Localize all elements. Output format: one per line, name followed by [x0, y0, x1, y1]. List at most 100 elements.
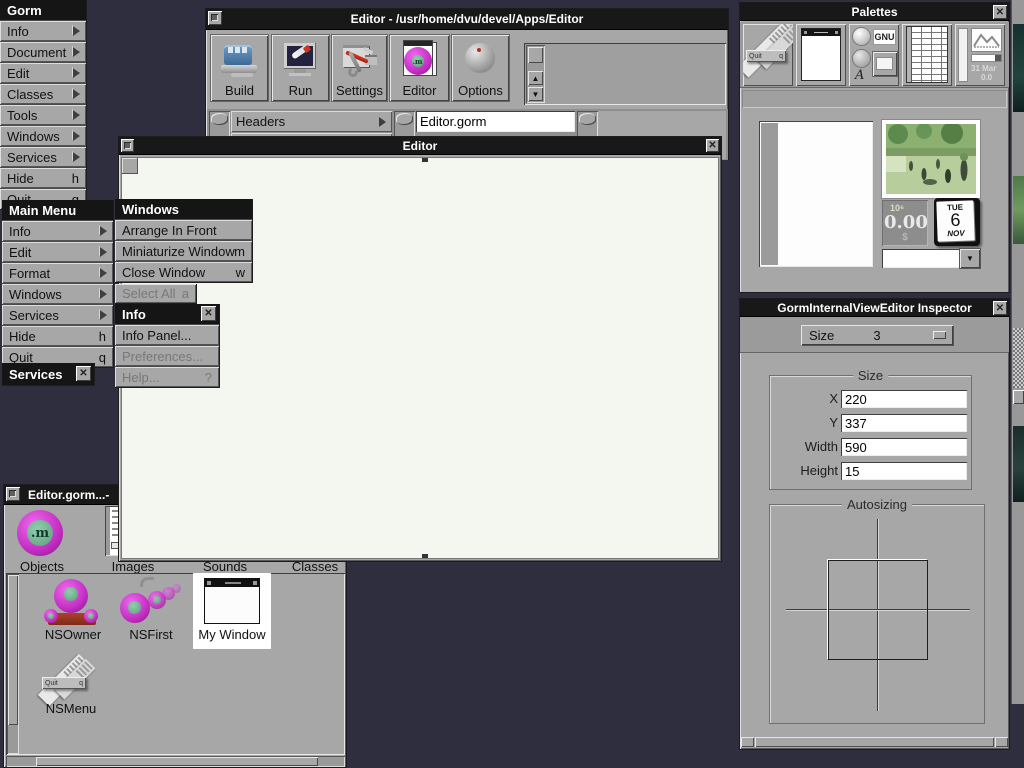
inspector-titlebar[interactable]: GormInternalViewEditor Inspector	[740, 299, 1009, 317]
project-window-titlebar[interactable]: Editor - /usr/home/dvu/devel/Apps/Editor	[206, 9, 728, 30]
scroll-up-button[interactable]	[528, 71, 543, 85]
autosizing-subject-box[interactable]	[828, 560, 928, 660]
browser-file-field[interactable]: Editor.gorm	[416, 111, 575, 132]
tab-objects-icon-area[interactable]: .m	[16, 509, 64, 557]
menu-item-info[interactable]: Info	[2, 221, 113, 241]
inspector-popup-button[interactable]: Size 3	[801, 325, 953, 345]
menu-item-edit[interactable]: Edit	[0, 63, 86, 83]
submenu-arrow-icon	[73, 131, 80, 141]
gnu-box-icon: GNU	[873, 29, 896, 45]
width-field[interactable]: 590	[841, 438, 967, 456]
palette-menus-button[interactable]: Quitq	[743, 24, 793, 86]
radio-circle-icon	[853, 28, 870, 45]
combo-dropdown-button[interactable]: ▼	[960, 249, 980, 268]
menu-item-close-window[interactable]: Close Windoww	[115, 262, 252, 282]
menu-item-classes[interactable]: Classes	[0, 84, 86, 104]
toolbar-settings-button[interactable]: Settings	[332, 35, 387, 101]
tab-objects[interactable]: Objects	[16, 559, 68, 574]
toolbar-run-button[interactable]: Run	[272, 35, 329, 101]
toolbar-options-button[interactable]: Options	[452, 35, 509, 101]
palette-misc-button[interactable]: 31 Mar 0.0	[955, 24, 1005, 86]
object-my-window[interactable]: My Window	[193, 573, 271, 649]
object-nsowner[interactable]: NSOwner	[40, 577, 106, 641]
main-menu-titlebar[interactable]: Main Menu	[2, 200, 113, 220]
number-display-widget[interactable]: 10⁶ 0.00 $	[882, 200, 928, 246]
toolbar-build-button[interactable]: Build	[211, 35, 268, 101]
palette-controls-button[interactable]: GNU A	[849, 24, 899, 86]
palettes-titlebar[interactable]: Palettes	[740, 3, 1009, 21]
palette-menu-quit-bar: Quitq	[746, 50, 786, 62]
letter-a-icon: A	[855, 68, 864, 83]
field-label-height: Height	[776, 462, 838, 480]
miniaturize-button[interactable]	[6, 487, 20, 501]
miniaturize-button[interactable]	[121, 139, 134, 152]
toolbar-editor-button[interactable]: .m Editor	[390, 35, 449, 101]
close-button[interactable]	[993, 301, 1007, 315]
y-field[interactable]: 337	[841, 414, 967, 432]
sliver-image-patch	[1013, 24, 1024, 112]
menu-item-format[interactable]: Format	[2, 263, 113, 283]
toolbar-text-panel	[524, 43, 726, 105]
close-button[interactable]	[706, 139, 719, 152]
menu-item-miniaturize-window[interactable]: Miniaturize Windowm	[115, 241, 252, 261]
menu-item-info[interactable]: Info	[0, 21, 86, 41]
object-nsmenu[interactable]: Quitq NSMenu	[38, 655, 104, 717]
text-panel-scrollbar[interactable]	[526, 45, 545, 103]
miniaturize-button[interactable]	[208, 11, 222, 25]
inspector-title: GormInternalViewEditor Inspector	[777, 301, 971, 315]
menu-item-help[interactable]: Help...?	[115, 367, 219, 387]
resize-handle-bottom[interactable]	[422, 554, 428, 558]
close-button[interactable]	[993, 5, 1007, 19]
menu-item-preferences[interactable]: Preferences...	[115, 346, 219, 366]
seurat-painting	[886, 124, 976, 194]
number-currency: $	[882, 232, 928, 243]
palette-windows-button[interactable]	[796, 24, 846, 86]
objects-hscrollbar[interactable]	[6, 756, 345, 767]
close-button[interactable]	[76, 366, 91, 381]
palette-image-well[interactable]	[882, 120, 980, 198]
submenu-arrow-icon	[100, 289, 107, 299]
palette-selector-row: Quitq GNU A	[740, 22, 1009, 88]
menu-item-hide[interactable]: Hideh	[2, 326, 113, 346]
mini-window-icon	[801, 28, 841, 81]
objects-panel: NSOwner NSFirst	[6, 573, 345, 755]
palettes-title: Palettes	[851, 5, 897, 19]
scroll-down-button[interactable]	[528, 87, 543, 101]
slider-strip-icon	[958, 28, 968, 82]
menu-item-info-panel[interactable]: Info Panel...	[115, 325, 219, 345]
object-nsfirst[interactable]: NSFirst	[118, 577, 188, 641]
menu-item-select-all[interactable]: Select Alla	[115, 284, 197, 304]
menu-item-services[interactable]: Services	[2, 305, 113, 325]
submenu-arrow-icon	[73, 68, 80, 78]
resize-handle-top[interactable]	[422, 158, 428, 162]
menu-item-tools[interactable]: Tools	[0, 105, 86, 125]
menu-item-windows[interactable]: Windows	[0, 126, 86, 146]
browser-item-headers[interactable]: Headers	[231, 111, 392, 132]
menu-item-hide[interactable]: Hideh	[0, 168, 86, 188]
inspector-resize-bar[interactable]	[741, 737, 1008, 747]
editor-window-titlebar[interactable]: Editor	[119, 137, 721, 155]
combo-box-widget[interactable]: ▼	[882, 249, 980, 268]
menu-item-windows[interactable]: Windows	[2, 284, 113, 304]
info-menu-titlebar[interactable]: Info	[115, 304, 219, 324]
objects-vscrollbar[interactable]	[7, 574, 19, 754]
windows-menu-titlebar[interactable]: Windows	[115, 199, 252, 219]
canvas-corner-box	[122, 158, 138, 174]
x-field[interactable]: 220	[841, 390, 967, 408]
palette-data-button[interactable]	[902, 24, 952, 86]
services-menu-titlebar[interactable]: Services	[2, 363, 94, 385]
gorm-menu-titlebar[interactable]: Gorm	[0, 0, 86, 20]
calendar-widget[interactable]: TUE 6 NOV	[934, 198, 980, 246]
menu-item-arrange-in-front[interactable]: Arrange In Front	[115, 220, 252, 240]
palette-info-strip	[742, 90, 1007, 108]
palette-browser-list[interactable]	[759, 121, 873, 267]
submenu-arrow-icon	[73, 152, 80, 162]
menu-item-services[interactable]: Services	[0, 147, 86, 167]
close-button[interactable]	[201, 306, 216, 321]
popup-indicator-icon	[933, 331, 946, 339]
menu-item-edit[interactable]: Edit	[2, 242, 113, 262]
menu-item-document[interactable]: Document	[0, 42, 86, 62]
radio-circle-icon	[853, 50, 870, 67]
build-icon	[219, 39, 261, 79]
height-field[interactable]: 15	[841, 462, 967, 480]
